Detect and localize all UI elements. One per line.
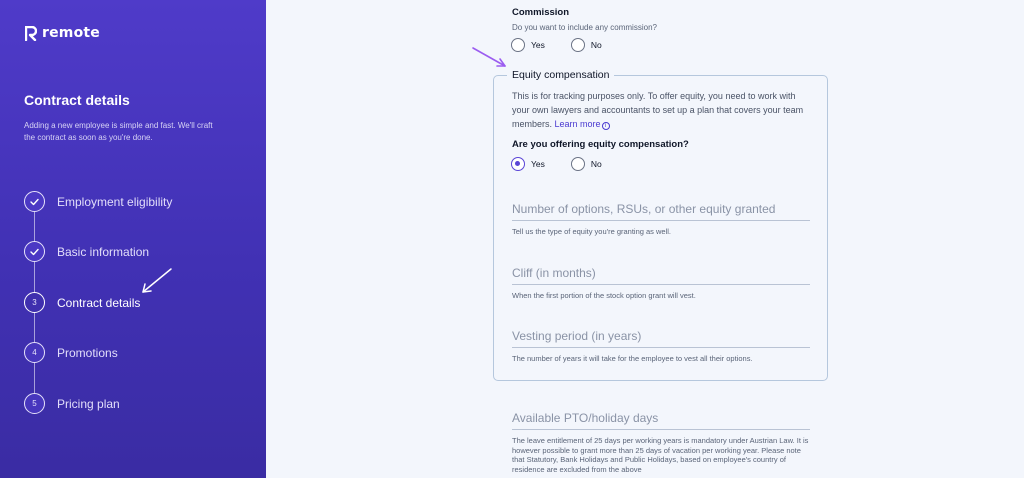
radio-label: Yes — [531, 159, 545, 169]
step-label: Contract details — [57, 295, 141, 310]
vesting-period-input[interactable]: Vesting period (in years) — [512, 328, 810, 348]
equity-granted-hint: Tell us the type of equity you're granti… — [512, 227, 672, 236]
step-number: 4 — [24, 342, 45, 363]
learn-more-link[interactable]: Learn more — [555, 119, 601, 129]
annotation-arrow-equity — [472, 47, 506, 67]
commission-radio-group: Yes No — [511, 38, 628, 52]
vesting-period-hint: The number of years it will take for the… — [512, 354, 753, 363]
remote-logo-icon — [25, 25, 37, 41]
step-label: Pricing plan — [57, 396, 120, 411]
equity-no-radio[interactable] — [570, 157, 585, 171]
annotation-arrow-sidebar — [142, 268, 172, 293]
commission-question: Do you want to include any commission? — [512, 23, 657, 32]
input-placeholder: Number of options, RSUs, or other equity… — [512, 202, 776, 216]
main-form: Commission Do you want to include any co… — [266, 0, 1024, 478]
step-number: 5 — [24, 393, 45, 414]
brand-name: remote — [42, 25, 100, 41]
sidebar-title: Contract details — [24, 92, 130, 108]
cliff-months-input[interactable]: Cliff (in months) — [512, 265, 810, 285]
check-icon — [24, 191, 45, 212]
step-label: Promotions — [57, 345, 118, 360]
step-contract-details[interactable]: 3 Contract details — [24, 292, 140, 313]
step-employment-eligibility[interactable]: Employment eligibility — [24, 191, 172, 212]
radio-label: No — [590, 40, 602, 50]
input-placeholder: Available PTO/holiday days — [512, 411, 659, 425]
input-placeholder: Cliff (in months) — [512, 266, 596, 280]
cliff-months-hint: When the first portion of the stock opti… — [512, 291, 696, 300]
pto-note: The leave entitlement of 25 days per wor… — [512, 436, 809, 474]
step-basic-information[interactable]: Basic information — [24, 241, 149, 262]
sidebar: remote Contract details Adding a new emp… — [0, 0, 266, 478]
step-label: Basic information — [57, 244, 150, 259]
radio-label: Yes — [531, 40, 545, 50]
info-icon[interactable]: i — [601, 122, 610, 130]
pto-days-input[interactable]: Available PTO/holiday days — [512, 410, 810, 430]
equity-legend: Equity compensation — [507, 69, 615, 81]
step-number: 3 — [24, 292, 45, 313]
equity-granted-input[interactable]: Number of options, RSUs, or other equity… — [512, 201, 810, 221]
input-placeholder: Vesting period (in years) — [512, 329, 642, 343]
check-icon — [24, 241, 45, 262]
commission-yes-radio[interactable] — [511, 38, 525, 52]
commission-no-radio[interactable] — [570, 38, 585, 52]
radio-label: No — [590, 159, 602, 169]
step-label: Employment eligibility — [57, 194, 173, 209]
commission-label: Commission — [512, 7, 570, 18]
equity-description: This is for tracking purposes only. To o… — [512, 89, 812, 131]
equity-yes-radio[interactable] — [511, 157, 525, 171]
remote-logo[interactable]: remote — [25, 25, 100, 41]
equity-question: Are you offering equity compensation? — [512, 139, 689, 150]
equity-radio-group: Yes No — [511, 157, 628, 171]
step-pricing-plan[interactable]: 5 Pricing plan — [24, 393, 120, 414]
step-promotions[interactable]: 4 Promotions — [24, 342, 118, 363]
sidebar-description: Adding a new employee is simple and fast… — [24, 121, 213, 142]
